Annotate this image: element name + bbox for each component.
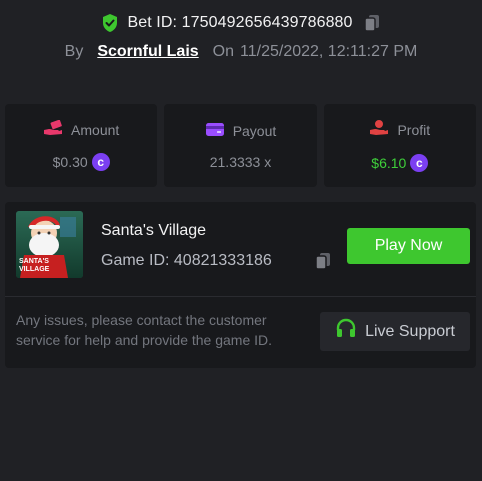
amount-label: Amount xyxy=(71,121,120,138)
bet-meta: By Scornful Lais On 11/25/2022, 12:11:27… xyxy=(0,40,482,64)
copy-icon[interactable] xyxy=(363,13,381,33)
divider xyxy=(5,296,476,297)
game-title: Santa's Village xyxy=(101,222,207,239)
on-label: On xyxy=(212,43,235,60)
username-link[interactable]: Scornful Lais xyxy=(97,43,198,61)
headset-icon xyxy=(335,318,357,345)
game-panel: SANTA'S VILLAGE Santa's Village Game ID:… xyxy=(5,202,476,368)
card-icon xyxy=(205,121,225,140)
profit-hand-icon xyxy=(369,119,389,140)
game-thumbnail[interactable]: SANTA'S VILLAGE xyxy=(16,211,83,278)
coin-icon: c xyxy=(91,153,110,171)
payout-label: Payout xyxy=(232,122,277,139)
game-id: Game ID: 40821333186 xyxy=(101,252,272,269)
play-now-button[interactable]: Play Now xyxy=(347,228,470,264)
payout-card: Payout 21.3333 x xyxy=(164,104,317,187)
shield-check-icon xyxy=(101,13,119,33)
bet-id: Bet ID: 1750492656439786880 xyxy=(127,14,353,31)
profit-card: Profit $6.10 c xyxy=(323,104,476,187)
live-support-label: Live Support xyxy=(365,322,455,340)
copy-icon[interactable] xyxy=(314,251,332,271)
bet-timestamp: 11/25/2022, 12:11:27 PM xyxy=(240,43,418,60)
by-label: By xyxy=(64,43,84,60)
payout-value: 21.3333 x xyxy=(209,154,272,170)
profit-value: $6.10 xyxy=(371,155,407,171)
bet-header: Bet ID: 1750492656439786880 xyxy=(0,10,482,36)
bet-stats: Amount $0.30 c Payout 21.3333 x Profit $… xyxy=(5,104,476,187)
thumbnail-logo: SANTA'S VILLAGE xyxy=(19,258,50,273)
coin-icon: c xyxy=(410,154,429,172)
live-support-button[interactable]: Live Support xyxy=(320,312,470,351)
amount-value: $0.30 xyxy=(52,154,88,170)
amount-card: Amount $0.30 c xyxy=(5,104,158,187)
profit-label: Profit xyxy=(397,121,431,138)
money-hand-icon xyxy=(43,119,63,139)
support-message: Any issues, please contact the customer … xyxy=(16,312,273,348)
